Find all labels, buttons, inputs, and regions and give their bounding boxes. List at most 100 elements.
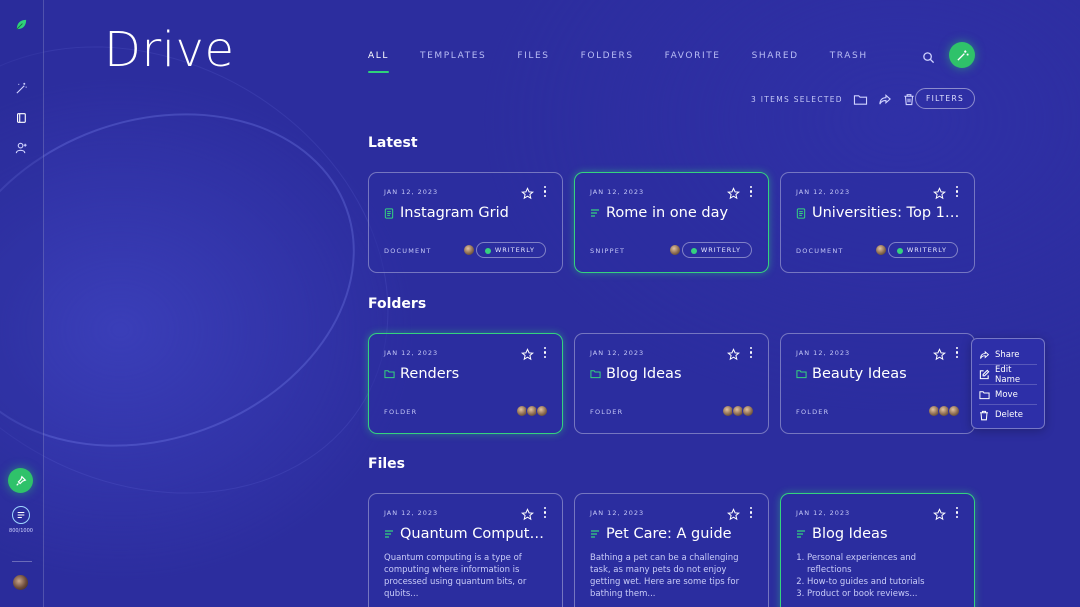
document-icon [796,207,807,219]
card-excerpt: Quantum computing is a type of computing… [384,553,527,599]
tab-trash[interactable]: TRASH [830,51,868,61]
card-title: Pet Care: A guide [590,526,754,542]
member-avatar [742,405,754,417]
card-title: Blog Ideas [590,366,754,382]
context-menu-move[interactable]: Move [979,385,1037,405]
member-avatar [536,405,548,417]
card-title: Universities: Top 10 in the world [796,205,960,221]
star-icon[interactable] [727,185,740,200]
folder-card[interactable]: JAN 12, 2023 Renders FOLDER [368,333,563,434]
tab-templates[interactable]: TEMPLATES [420,51,486,61]
card-type: DOCUMENT [796,247,844,255]
star-icon[interactable] [521,346,534,361]
card-date: JAN 12, 2023 [384,349,439,357]
latest-card[interactable]: JAN 12, 2023 Rome in one day SNIPPET WRI… [574,172,769,273]
section-title-latest: Latest [368,135,418,151]
app-badge[interactable]: WRITERLY [887,242,958,258]
users-icon[interactable] [14,140,28,154]
latest-card[interactable]: JAN 12, 2023 Instagram Grid DOCUMENT WRI… [368,172,563,273]
snippet-icon [384,529,395,540]
card-title: Beauty Ideas [796,366,960,382]
tab-all[interactable]: ALL [368,51,389,73]
storage-quota-label: 800/1000 [9,528,33,534]
folder-card[interactable]: JAN 12, 2023 Beauty Ideas FOLDER [780,333,975,434]
more-options-icon[interactable] [954,185,960,198]
owner-avatar [463,244,475,256]
logo-leaf-icon[interactable] [14,17,28,31]
card-type: DOCUMENT [384,247,432,255]
list-item: Product or book reviews... [807,588,952,600]
share-icon [979,349,990,360]
snippet-icon [590,529,601,540]
star-icon[interactable] [727,506,740,521]
card-title: Quantum Computing [384,526,548,542]
move-folder-icon[interactable] [853,91,869,107]
card-excerpt: Bathing a pet can be a challenging task,… [590,553,740,599]
star-icon[interactable] [521,185,534,200]
member-avatar [948,405,960,417]
context-menu-edit-name[interactable]: Edit Name [979,365,1037,385]
context-menu: Share Edit Name Move Delete [971,338,1045,429]
trash-icon [979,410,990,421]
filters-button[interactable]: FILTERS [915,88,975,109]
move-folder-icon [979,389,990,400]
star-icon[interactable] [521,506,534,521]
card-date: JAN 12, 2023 [590,509,645,517]
more-options-icon[interactable] [542,346,548,359]
more-options-icon[interactable] [748,185,754,198]
file-card[interactable]: JAN 12, 2023 Pet Care: A guide Bathing a… [574,493,769,607]
card-date: JAN 12, 2023 [796,349,851,357]
owner-avatar [875,244,887,256]
file-card[interactable]: JAN 12, 2023 Quantum Computing Quantum c… [368,493,563,607]
tab-folders[interactable]: FOLDERS [581,51,634,61]
more-options-icon[interactable] [954,346,960,359]
tab-favorite[interactable]: FAVORITE [665,51,721,61]
card-type: FOLDER [384,408,418,416]
folder-card[interactable]: JAN 12, 2023 Blog Ideas FOLDER [574,333,769,434]
more-options-icon[interactable] [748,346,754,359]
sidebar: 800/1000 [0,0,44,607]
more-options-icon[interactable] [748,506,754,519]
owner-avatar [669,244,681,256]
edit-icon [979,369,990,380]
tab-shared[interactable]: SHARED [752,51,799,61]
sidebar-divider [12,561,32,562]
storage-quota-icon[interactable] [12,506,30,524]
search-icon[interactable] [922,49,936,64]
card-type: FOLDER [796,408,830,416]
magic-wand-icon[interactable] [14,81,28,95]
card-type: SNIPPET [590,247,626,255]
context-menu-share[interactable]: Share [979,345,1037,365]
card-date: JAN 12, 2023 [384,509,439,517]
new-item-button[interactable] [949,42,975,68]
more-options-icon[interactable] [542,185,548,198]
card-date: JAN 12, 2023 [590,188,645,196]
app-badge[interactable]: WRITERLY [475,242,546,258]
more-options-icon[interactable] [542,506,548,519]
context-menu-delete[interactable]: Delete [979,405,1037,425]
star-icon[interactable] [933,506,946,521]
share-icon[interactable] [877,91,893,107]
list-item: How-to guides and tutorials [807,576,952,588]
more-options-icon[interactable] [954,506,960,519]
card-date: JAN 12, 2023 [796,188,851,196]
star-icon[interactable] [727,346,740,361]
app-badge[interactable]: WRITERLY [681,242,752,258]
pin-action-button[interactable] [8,468,33,493]
star-icon[interactable] [933,185,946,200]
file-card[interactable]: JAN 12, 2023 Blog Ideas Personal experie… [780,493,975,607]
tab-files[interactable]: FILES [517,51,549,61]
latest-card[interactable]: JAN 12, 2023 Universities: Top 10 in the… [780,172,975,273]
magic-wand-icon [956,49,969,61]
section-title-folders: Folders [368,296,427,312]
card-date: JAN 12, 2023 [590,349,645,357]
card-title: Rome in one day [590,205,754,221]
page-title: Drive [104,22,235,78]
star-icon[interactable] [933,346,946,361]
card-title: Renders [384,366,548,382]
list-item: Personal experiences and reflections [807,552,952,576]
card-date: JAN 12, 2023 [796,509,851,517]
section-title-files: Files [368,456,405,472]
user-avatar[interactable] [13,575,28,590]
documents-icon[interactable] [14,111,28,125]
